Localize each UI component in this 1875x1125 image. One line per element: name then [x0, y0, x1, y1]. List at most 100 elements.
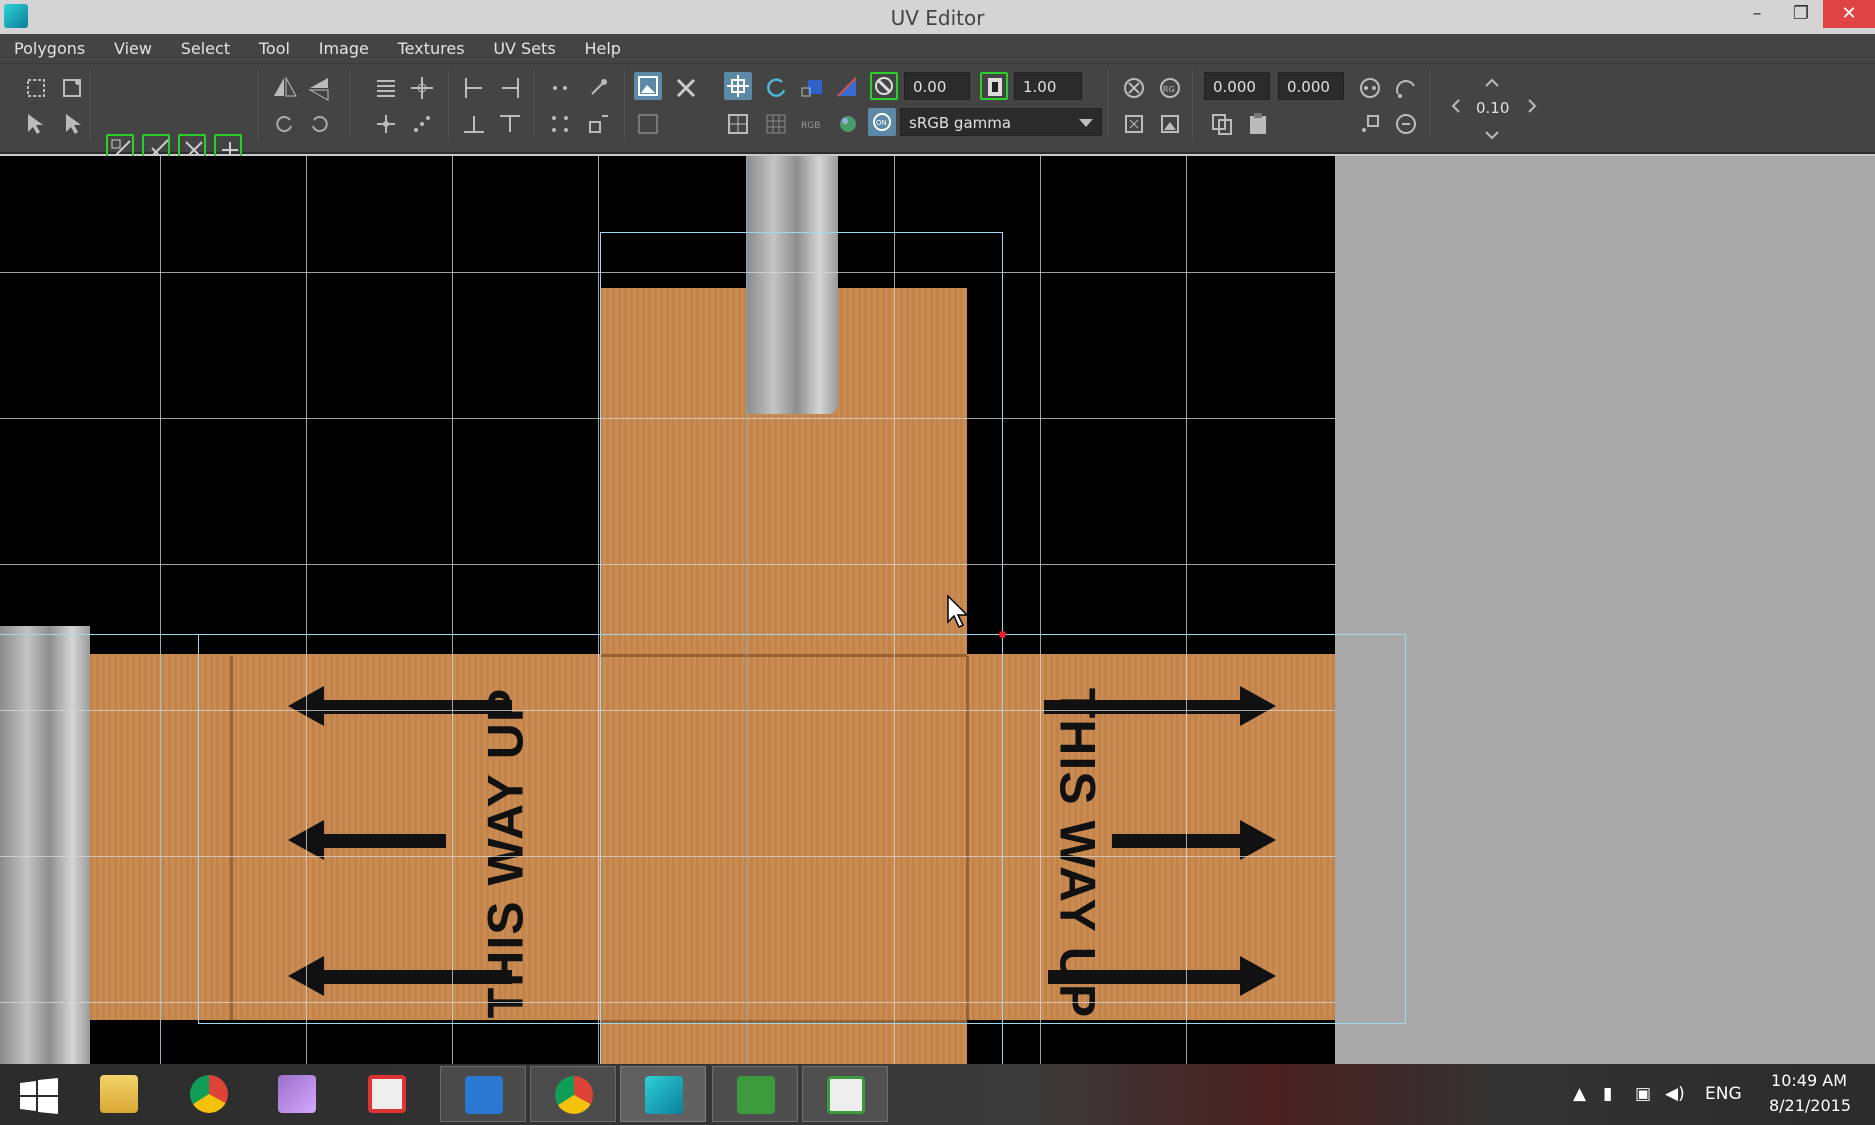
- taskbar-mail[interactable]: [440, 1066, 526, 1122]
- align-top-icon[interactable]: [496, 110, 524, 138]
- dim-image-icon[interactable]: [834, 74, 862, 102]
- v-coordinate-field[interactable]: 0.000: [1278, 72, 1344, 100]
- windows-start-button[interactable]: [0, 1066, 86, 1122]
- chrome-icon: [190, 1075, 228, 1113]
- tape-strip-left: [0, 626, 90, 1064]
- minimize-button[interactable]: –: [1735, 0, 1779, 28]
- uv-pivot-point[interactable]: [999, 631, 1006, 638]
- copy-icon[interactable]: [1208, 110, 1236, 138]
- stack-shells-icon[interactable]: [372, 74, 400, 102]
- volume-icon[interactable]: ◀): [1665, 1084, 1685, 1104]
- texture-label-left: THIS WAY UP: [477, 687, 534, 1019]
- menu-help[interactable]: Help: [570, 34, 630, 64]
- close-button[interactable]: ✕: [1823, 0, 1875, 28]
- svg-text:RGB: RGB: [801, 121, 820, 131]
- camtasia-icon: [737, 1076, 775, 1114]
- align-left-icon[interactable]: [460, 74, 488, 102]
- gamma-icon[interactable]: [980, 72, 1008, 100]
- checker-tile-icon[interactable]: [798, 74, 826, 102]
- rotate-ccw-icon[interactable]: [270, 110, 298, 138]
- chevron-left-icon[interactable]: [1442, 92, 1470, 120]
- flip-horizontal-icon[interactable]: [270, 74, 298, 102]
- flip-vertical-icon[interactable]: [306, 74, 334, 102]
- unfold-icon[interactable]: [372, 110, 400, 138]
- layout-icon[interactable]: [408, 110, 436, 138]
- window-titlebar: UV Editor – ❐ ✕: [0, 0, 1875, 34]
- taskbar-photo-app[interactable]: [254, 1066, 340, 1122]
- network-icon[interactable]: ▣: [1635, 1084, 1651, 1104]
- paste-uv-icon[interactable]: [1392, 74, 1420, 102]
- checker-display-icon[interactable]: [762, 110, 790, 138]
- rgb-channels-icon[interactable]: RGB: [798, 110, 826, 138]
- svg-text:ON: ON: [876, 119, 887, 127]
- grid-uv-icon[interactable]: [546, 110, 574, 138]
- battery-icon[interactable]: ▮: [1603, 1084, 1612, 1104]
- uv-tweak-icon[interactable]: [58, 110, 86, 138]
- svg-text:RG: RG: [1163, 85, 1175, 94]
- mail-icon: [465, 1076, 503, 1114]
- uv-select-shell-icon[interactable]: [22, 74, 50, 102]
- chevron-down-small-icon[interactable]: [1478, 122, 1506, 150]
- u-coordinate-field[interactable]: 0.000: [1204, 72, 1270, 100]
- view-transform-icon[interactable]: ON: [868, 108, 896, 136]
- align-bottom-icon[interactable]: [460, 110, 488, 138]
- frame-selected-icon[interactable]: [1156, 110, 1184, 138]
- grid-display-icon[interactable]: [724, 72, 752, 100]
- chevron-right-icon[interactable]: [1518, 92, 1546, 120]
- clock-date[interactable]: 8/21/2015: [1769, 1096, 1851, 1115]
- menu-bar: Polygons View Select Tool Image Textures…: [0, 34, 1875, 64]
- cycle-uv-counter-icon[interactable]: [1392, 110, 1420, 138]
- clock-time[interactable]: 10:49 AM: [1771, 1071, 1847, 1090]
- uv-viewport[interactable]: THIS WAY UP THIS WAY UP: [0, 156, 1875, 1064]
- isolate-select-icon[interactable]: [1120, 74, 1148, 102]
- step-field[interactable]: 0.10: [1470, 94, 1518, 122]
- taskbar-file-explorer[interactable]: [76, 1066, 162, 1122]
- menu-polygons[interactable]: Polygons: [0, 34, 95, 64]
- taskbar-camera-app[interactable]: [344, 1066, 430, 1122]
- taskbar-maya[interactable]: [620, 1066, 706, 1122]
- camtasia-recorder-icon: [827, 1076, 865, 1114]
- taskbar-chrome[interactable]: [166, 1066, 252, 1122]
- shaded-uv-icon[interactable]: [672, 74, 700, 102]
- rotate-cw-icon[interactable]: [306, 110, 334, 138]
- tray-overflow-icon[interactable]: ▲: [1573, 1084, 1586, 1104]
- chevron-up-icon[interactable]: [1478, 68, 1506, 96]
- language-indicator[interactable]: ENG: [1705, 1084, 1742, 1104]
- cycle-uv-icon[interactable]: [1356, 110, 1384, 138]
- exposure-icon[interactable]: [870, 72, 898, 100]
- display-image-toggle-icon[interactable]: [634, 110, 662, 138]
- gather-shells-icon[interactable]: [408, 74, 436, 102]
- windows-logo-icon: [20, 1078, 58, 1114]
- maximize-button[interactable]: ❐: [1779, 0, 1823, 28]
- menu-select[interactable]: Select: [167, 34, 240, 64]
- menu-tool[interactable]: Tool: [245, 34, 300, 64]
- snap-together-icon[interactable]: [584, 74, 612, 102]
- distribute-icon[interactable]: [546, 74, 574, 102]
- menu-image[interactable]: Image: [305, 34, 379, 64]
- gamma-field[interactable]: 1.00: [1014, 72, 1082, 100]
- menu-view[interactable]: View: [100, 34, 162, 64]
- uv-select-border-icon[interactable]: [58, 74, 86, 102]
- uv-texture-canvas[interactable]: THIS WAY UP THIS WAY UP: [0, 156, 1335, 1064]
- rotate-tool-icon[interactable]: [762, 74, 790, 102]
- uv-distortion-icon[interactable]: RG: [1156, 74, 1184, 102]
- uv-pointer-icon[interactable]: [22, 110, 50, 138]
- menu-uv-sets[interactable]: UV Sets: [479, 34, 565, 64]
- color-space-dropdown[interactable]: sRGB gamma: [900, 108, 1102, 136]
- image-display-icon[interactable]: [634, 72, 662, 100]
- frame-all-icon[interactable]: [1120, 110, 1148, 138]
- pixel-snap-icon[interactable]: [724, 110, 752, 138]
- color-space-value: sRGB gamma: [909, 114, 1012, 132]
- normalize-icon[interactable]: [584, 110, 612, 138]
- taskbar-chrome-2[interactable]: [530, 1066, 616, 1122]
- color-management-icon[interactable]: [834, 110, 862, 138]
- chrome-icon: [555, 1076, 593, 1114]
- menu-textures[interactable]: Textures: [384, 34, 475, 64]
- paste-icon[interactable]: [1244, 110, 1272, 138]
- maya-icon: [645, 1076, 683, 1114]
- taskbar-camtasia[interactable]: [712, 1066, 798, 1122]
- copy-uv-icon[interactable]: [1356, 74, 1384, 102]
- align-right-icon[interactable]: [496, 74, 524, 102]
- exposure-field[interactable]: 0.00: [904, 72, 970, 100]
- taskbar-camtasia-recorder[interactable]: [802, 1066, 888, 1122]
